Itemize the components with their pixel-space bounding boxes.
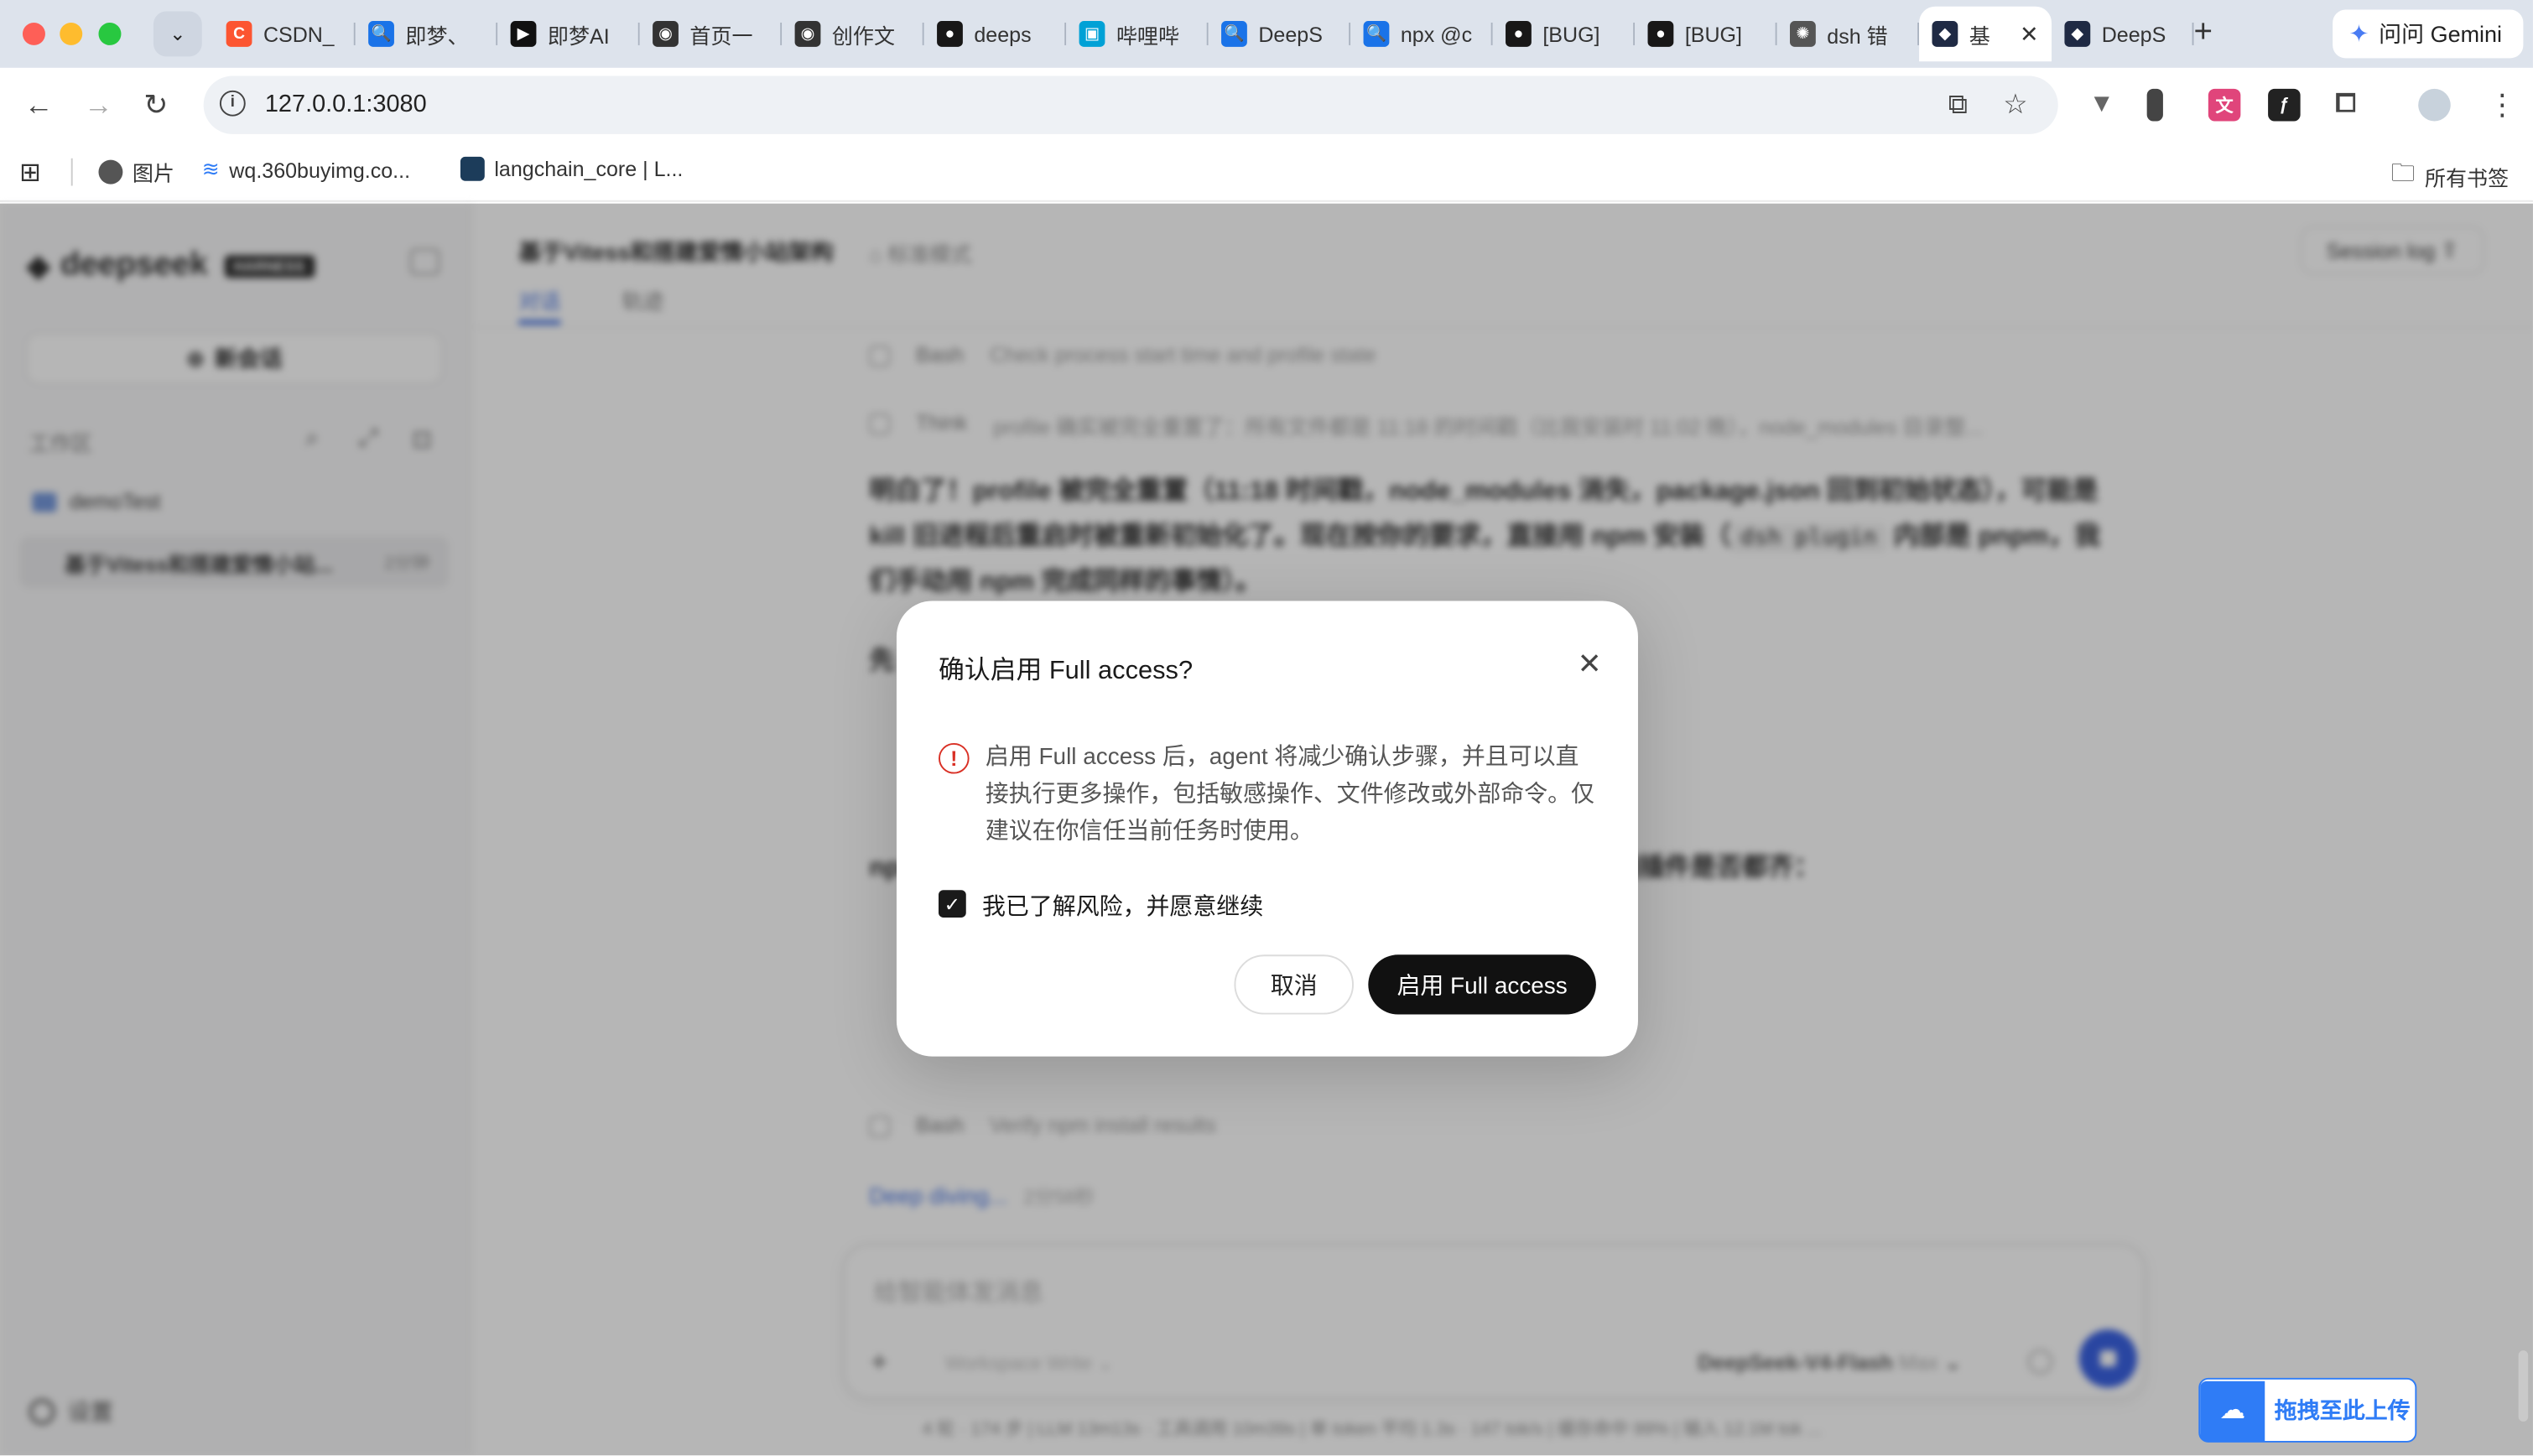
extensions-puzzle-icon[interactable]: ⧠ (2329, 89, 2362, 122)
install-app-icon[interactable]: ⧉ (1948, 89, 1968, 122)
tab-favicon-icon: ◉ (653, 21, 679, 47)
tab-favicon-icon: ● (937, 21, 963, 47)
tab-favicon-icon: ◆ (2064, 21, 2091, 47)
tab-favicon-icon: ▣ (1079, 21, 1105, 47)
address-bar[interactable]: i 127.0.0.1:3080 ⧉ ☆ (203, 75, 2058, 134)
extension-translate-icon[interactable]: 文 (2208, 88, 2241, 122)
scrollbar[interactable] (2518, 1350, 2529, 1422)
tab-favicon-icon: ◆ (1932, 21, 1958, 47)
tab-title: DeepS (2101, 22, 2166, 46)
tab-strip: C CSDN_ 🔍 即梦、 ▶ 即梦AI ◉ 首页一 ◉ 创作文 ● deeps ▣ 哔哩哔 🔍 DeepS 🔍… (213, 6, 2194, 62)
bookmarks-bar: ⊞ 图片 ≋ wq.360buyimg.co... langchain_core… (0, 142, 2533, 202)
browser-tab[interactable]: 🔍 DeepS (1209, 7, 1351, 61)
browser-toolbar: ← → ↻ i 127.0.0.1:3080 ⧉ ☆ ▼ 文 ƒ ⧠ ⋮ (0, 67, 2533, 143)
close-window-button[interactable] (22, 22, 45, 45)
tab-search-chevron-icon[interactable]: ⌄ (153, 11, 202, 57)
bookmark-langchain[interactable]: langchain_core | L... (460, 156, 683, 181)
close-tab-icon[interactable]: ✕ (2020, 20, 2039, 48)
browser-tab[interactable]: ● [BUG] (1635, 7, 1777, 61)
browser-tab[interactable]: ◆ DeepS (2052, 7, 2194, 61)
tab-title: [BUG] (1542, 22, 1600, 46)
bookmark-star-icon[interactable]: ☆ (2003, 89, 2027, 122)
new-tab-plus-icon[interactable]: + (2194, 14, 2213, 51)
browser-tab[interactable]: ● [BUG] (1493, 7, 1636, 61)
screen: ⌄ C CSDN_ 🔍 即梦、 ▶ 即梦AI ◉ 首页一 ◉ 创作文 ● deeps ▣ 哔哩哔 🔍 Deep… (0, 0, 2533, 1456)
tab-title: 创作文 (831, 23, 896, 48)
enable-full-access-button[interactable]: 启用 Full access (1368, 954, 1596, 1015)
bookmark-images[interactable]: 图片 (98, 157, 174, 188)
back-arrow-icon[interactable]: ← (24, 89, 54, 122)
acknowledge-checkbox[interactable]: ✓ (939, 890, 966, 918)
upload-widget[interactable]: ☁ 拖拽至此上传 (2198, 1377, 2417, 1443)
cancel-button[interactable]: 取消 (1234, 954, 1354, 1015)
browser-tab-bar: ⌄ C CSDN_ 🔍 即梦、 ▶ 即梦AI ◉ 首页一 ◉ 创作文 ● deeps ▣ 哔哩哔 🔍 Deep… (0, 0, 2533, 68)
tab-title: CSDN_ (263, 22, 335, 46)
browser-tab[interactable]: 🔍 npx @c (1350, 7, 1493, 61)
bookmark-wq[interactable]: ≋ wq.360buyimg.co... (202, 157, 410, 183)
acknowledge-label[interactable]: 我已了解风险，并愿意继续 (982, 888, 1263, 922)
tab-title: 即梦AI (547, 23, 610, 48)
tab-title: 即梦、 (405, 23, 469, 48)
maximize-window-button[interactable] (98, 22, 122, 45)
warning-icon: ! (939, 742, 970, 774)
layers-icon: ≋ (201, 156, 220, 181)
extension-phone-icon[interactable] (2146, 88, 2163, 122)
folder-icon: 🗀 (2390, 159, 2416, 188)
browser-tab[interactable]: ▶ 即梦AI (497, 7, 640, 61)
minimize-window-button[interactable] (60, 22, 83, 45)
tab-favicon-icon: 🔍 (1221, 21, 1247, 47)
tab-favicon-icon: ● (1647, 21, 1674, 47)
browser-tab[interactable]: ◆ 基 ✕ (1919, 6, 2052, 62)
browser-menu-icon[interactable]: ⋮ (2488, 89, 2517, 122)
tab-title: 首页一 (689, 23, 753, 48)
cloud-upload-icon: ☁ (2200, 1380, 2265, 1441)
profile-avatar[interactable] (2418, 88, 2451, 122)
close-icon[interactable]: ✕ (1572, 646, 1607, 681)
browser-tab[interactable]: ● deeps (924, 7, 1067, 61)
tab-title: dsh 错 (1827, 23, 1888, 48)
gemini-sparkle-icon: ✦ (2348, 21, 2369, 49)
full-access-dialog: 确认启用 Full access? ✕ ! 启用 Full access 后，a… (896, 601, 1638, 1057)
tab-title: 基 (1969, 23, 1990, 48)
gemini-label: 问问 Gemini (2379, 21, 2503, 47)
tab-title: npx @c (1400, 22, 1473, 46)
tab-favicon-icon: ✺ (1790, 21, 1816, 47)
tab-title: 哔哩哔 (1116, 23, 1180, 48)
bookmark-separator (70, 158, 73, 186)
browser-tab[interactable]: ▣ 哔哩哔 (1066, 7, 1209, 61)
tab-title: deeps (974, 22, 1032, 46)
site-info-icon[interactable]: i (219, 90, 246, 117)
browser-tab[interactable]: 🔍 即梦、 (356, 7, 498, 61)
browser-tab[interactable]: C CSDN_ (213, 7, 356, 61)
browser-tab[interactable]: ◉ 首页一 (640, 7, 783, 61)
dialog-body: 启用 Full access 后，agent 将减少确认步骤，并且可以直接执行更… (985, 744, 1594, 845)
gemini-button[interactable]: ✦ 问问 Gemini (2333, 9, 2524, 59)
tab-favicon-icon: ● (1506, 21, 1532, 47)
tab-title: [BUG] (1684, 22, 1743, 46)
reload-icon[interactable]: ↻ (143, 89, 168, 122)
tab-favicon-icon: C (226, 21, 252, 47)
tab-favicon-icon: ▶ (510, 21, 537, 47)
apps-grid-icon[interactable]: ⊞ (19, 157, 41, 190)
extension-formula-icon[interactable]: ƒ (2268, 88, 2301, 122)
tab-favicon-icon: ◉ (794, 21, 821, 47)
extension-v-icon[interactable]: ▼ (2085, 89, 2118, 122)
url-text[interactable]: 127.0.0.1:3080 (265, 91, 427, 118)
langchain-icon (460, 156, 485, 181)
forward-arrow-icon[interactable]: → (84, 89, 113, 122)
tab-favicon-icon: 🔍 (1363, 21, 1390, 47)
browser-tab[interactable]: ✺ dsh 错 (1777, 7, 1920, 61)
browser-tab[interactable]: ◉ 创作文 (782, 7, 924, 61)
tab-title: DeepS (1258, 22, 1323, 46)
all-bookmarks[interactable]: 🗀 所有书签 (2390, 157, 2509, 197)
tab-favicon-icon: 🔍 (368, 21, 394, 47)
globe-icon (98, 159, 123, 185)
dialog-title: 确认启用 Full access? (939, 657, 1194, 685)
